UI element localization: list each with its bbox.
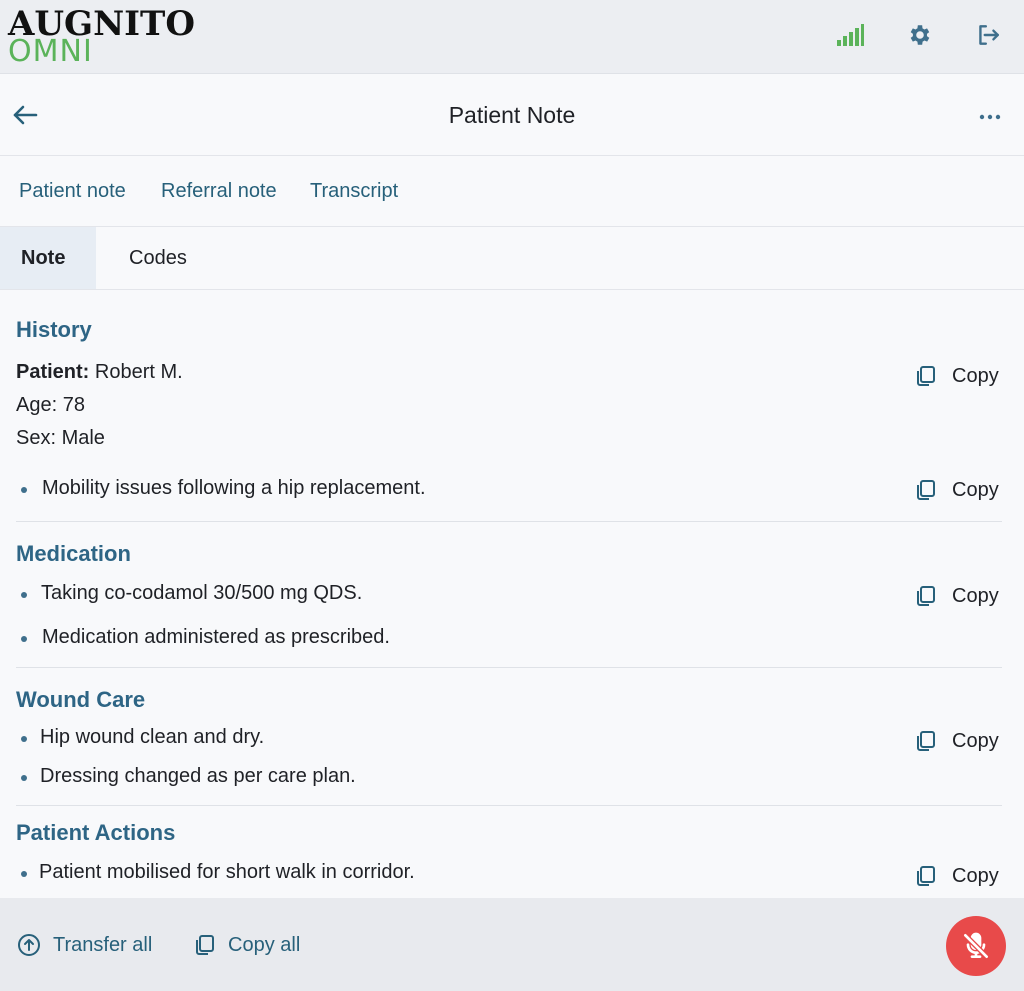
tab-note[interactable]: Note <box>0 227 96 289</box>
bullet-dot <box>21 592 27 598</box>
copy-icon <box>912 863 938 889</box>
gear-icon[interactable] <box>905 20 935 50</box>
logo-omni: OMNI <box>8 34 93 69</box>
tab-transcript[interactable]: Transcript <box>310 180 398 203</box>
tab-codes[interactable]: Codes <box>129 227 187 289</box>
copy-button[interactable]: Copy <box>912 727 999 755</box>
logout-icon[interactable] <box>973 20 1003 50</box>
bullet-dot <box>21 871 27 877</box>
patient-actions-bullet-1: Patient mobilised for short walk in corr… <box>39 861 415 883</box>
mic-toggle-button[interactable] <box>946 916 1006 976</box>
patient-age: Age: 78 <box>16 394 85 416</box>
note-content: History Patient: Robert M. Age: 78 Sex: … <box>0 290 1024 898</box>
section-title-patient-actions: Patient Actions <box>16 820 176 845</box>
tab-patient-note[interactable]: Patient note <box>19 180 126 203</box>
signal-strength-icon <box>835 20 865 50</box>
sub-tabs: Note Codes <box>0 227 1024 290</box>
copy-label: Copy <box>952 364 999 387</box>
upload-circle-icon <box>16 932 42 958</box>
copy-button[interactable]: Copy <box>912 862 999 890</box>
copy-all-button[interactable]: Copy all <box>191 932 300 958</box>
section-title-wound-care: Wound Care <box>16 687 146 712</box>
patient-name-line: Patient: Robert M. <box>16 361 183 384</box>
medication-bullet-2: Medication administered as prescribed. <box>42 626 390 648</box>
patient-value: Robert M. <box>89 361 183 383</box>
bullet-dot <box>21 775 27 781</box>
wound-care-bullet-1: Hip wound clean and dry. <box>40 726 265 748</box>
copy-label: Copy <box>952 864 999 887</box>
copy-icon <box>912 728 938 754</box>
copy-label: Copy <box>952 478 999 501</box>
tab-referral-note[interactable]: Referral note <box>161 180 277 203</box>
copy-icon <box>191 932 217 958</box>
wound-care-bullet-2: Dressing changed as per care plan. <box>40 765 356 787</box>
page-title: Patient Note <box>448 102 576 128</box>
section-title-history: History <box>16 317 92 342</box>
section-title-medication: Medication <box>16 541 131 566</box>
document-tabs: Patient note Referral note Transcript <box>0 156 1024 227</box>
bullet-dot <box>21 636 27 642</box>
patient-sex: Sex: Male <box>16 427 105 449</box>
transfer-all-label: Transfer all <box>53 933 153 956</box>
copy-icon <box>912 583 938 609</box>
copy-label: Copy <box>952 584 999 607</box>
patient-label: Patient: <box>16 361 90 383</box>
bullet-dot <box>21 487 27 493</box>
app-bar: AUGNITO OMNI <box>0 0 1024 74</box>
copy-icon <box>912 477 938 503</box>
divider <box>16 805 1002 806</box>
transfer-all-button[interactable]: Transfer all <box>16 932 152 958</box>
mic-off-icon <box>960 930 992 962</box>
copy-button[interactable]: Copy <box>912 582 999 610</box>
copy-button[interactable]: Copy <box>912 362 999 390</box>
copy-label: Copy <box>952 729 999 752</box>
copy-icon <box>912 363 938 389</box>
divider <box>16 667 1002 668</box>
copy-button[interactable]: Copy <box>912 476 999 504</box>
divider <box>16 521 1002 522</box>
bottom-bar: Transfer all Copy all <box>0 898 1024 991</box>
bullet-dot <box>21 736 27 742</box>
history-bullet-1: Mobility issues following a hip replacem… <box>42 477 426 499</box>
title-bar: Patient Note <box>0 74 1024 156</box>
copy-all-label: Copy all <box>228 933 301 956</box>
more-options-icon[interactable] <box>975 102 1005 132</box>
medication-bullet-1: Taking co-codamol 30/500 mg QDS. <box>41 582 363 604</box>
